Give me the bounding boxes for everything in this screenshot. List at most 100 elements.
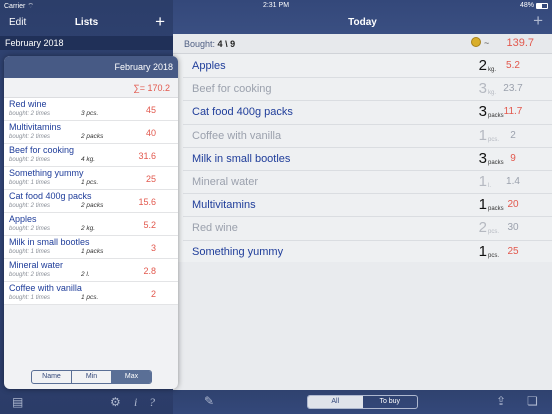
sort-min-button[interactable]: Min [72,371,112,383]
item-name: Something yummy [9,168,84,178]
item-name: Milk in small bootles [9,237,90,247]
sidebar-nav-bar: Edit Lists + [0,12,173,34]
item-name: Something yummy [192,245,284,258]
item-quantity: 4 kg. [81,156,96,163]
info-icon[interactable]: i [134,395,137,410]
item-quantity: 3 pcs. [81,110,99,117]
popover-row[interactable]: Red wine bought: 2 times 3 pcs. 45 [4,98,178,121]
item-quantity: 3 [478,80,487,98]
item-name: Mineral water [9,260,64,270]
filter-all-button[interactable]: All [308,396,363,408]
filter-segmented-control: All To buy [307,395,418,409]
item-price: 45 [145,105,156,115]
item-name: Cat food 400g packs [192,106,293,119]
bought-count: bought: 1 times [9,295,51,301]
item-price: 20 [507,199,519,211]
popover-row[interactable]: Mineral water bought: 2 times 2 l. 2.8 [4,259,178,282]
list-item[interactable]: Coffee with vanilla 1 pcs. 2 [183,125,552,148]
item-quantity: 2 l. [81,271,90,278]
list-icon[interactable]: ▤ [12,395,23,409]
item-price: 25 [145,174,156,184]
item-price: 5.2 [143,220,156,230]
list-empty-area [173,262,552,390]
add-item-button[interactable]: + [533,12,543,30]
item-price: 31.6 [138,151,156,161]
item-name: Red wine [9,99,47,109]
bought-count: bought: 2 times [9,226,51,232]
filter-to-buy-button[interactable]: To buy [363,396,418,408]
popover-row[interactable]: Beef for cooking bought: 2 times 4 kg. 31.6 [4,144,178,167]
item-quantity: 3 [478,103,487,121]
main-toolbar: ✎ All To buy ⇪ ❏ [173,390,552,414]
list-item[interactable]: Multivitamins 1 packs 20 [183,194,552,218]
item-price: 2 [510,129,516,141]
status-bar: Carrier ⌔ 2:31 PM 48% [0,0,552,12]
stats-popover: February 2018 ∑= 170.2 Red wine bought: 2… [4,56,178,389]
pencil-icon[interactable]: ✎ [204,394,214,408]
summary-bar: Bought: 4 \ 9 ~ 139.7 [173,34,552,54]
sort-max-button[interactable]: Max [112,371,151,383]
item-quantity: 3 [478,149,487,167]
item-unit: kg. [488,90,497,97]
item-quantity: 1 [478,196,487,214]
share-icon[interactable]: ⇪ [496,394,506,408]
item-name: Mineral water [192,175,259,188]
popover-row[interactable]: Coffee with vanilla bought: 1 times 1 pcs.… [4,282,178,305]
popover-row[interactable]: Something yummy bought: 1 times 1 pcs. 25 [4,167,178,190]
total-amount: 139.7 [506,37,534,49]
item-price: 23.7 [503,83,523,95]
bought-count: bought: 1 times [9,180,51,186]
item-quantity: 2 kg. [81,225,96,232]
item-name: Cat food 400g packs [9,191,92,201]
popover-row[interactable]: Multivitamins bought: 2 times 2 packs 40 [4,121,178,144]
battery: 48% [520,2,548,9]
item-quantity: 1 [478,126,487,144]
add-list-button[interactable]: + [155,13,165,31]
popover-month: February 2018 [4,56,178,78]
gear-icon[interactable]: ⚙ [110,395,121,409]
item-price: 5.2 [506,60,520,71]
list-item[interactable]: Apples 2 kg. 5.2 [183,55,552,79]
item-name: Coffee with vanilla [192,129,282,142]
sidebar-toolbar: ▤ ⚙ i ? [0,392,173,414]
popover-sum: ∑= 170.2 [4,78,178,98]
list-item[interactable]: Red wine 2 pcs. 30 [183,217,552,241]
item-quantity: 2 packs [81,202,104,209]
item-name: Beef for cooking [192,83,272,96]
item-name: Beef for cooking [9,145,75,155]
item-price: 15.6 [138,197,156,207]
list-item[interactable]: Mineral water 1 l. 1.4 [183,171,552,195]
popover-list: Red wine bought: 2 times 3 pcs. 45 Multivita… [4,98,178,305]
clock: 2:31 PM [262,2,290,9]
item-quantity: 1 packs [81,248,104,255]
item-quantity: 2 packs [81,133,104,140]
help-icon[interactable]: ? [149,395,155,410]
item-quantity: 1 [478,242,487,260]
list-item[interactable]: Beef for cooking 3 kg. 23.7 [183,78,552,102]
bought-counter: Bought: 4 \ 9 [184,39,236,49]
item-quantity: 2 [478,219,487,237]
list-item[interactable]: Cat food 400g packs 3 packs 11.7 [183,101,552,125]
approx-sign: ~ [484,38,490,48]
sort-name-button[interactable]: Name [32,371,72,383]
list-item[interactable]: Something yummy 1 pcs. 25 [183,241,552,264]
bought-count: bought: 2 times [9,111,51,117]
popover-row[interactable]: Milk in small bootles bought: 1 times 1 pa… [4,236,178,259]
item-unit: l. [488,182,491,189]
item-name: Red wine [192,222,238,235]
popover-row[interactable]: Cat food 400g packs bought: 2 times 2 pack… [4,190,178,213]
bought-count: bought: 1 times [9,249,51,255]
sidebar-month-header: February 2018 [0,36,173,50]
popover-row[interactable]: Apples bought: 2 times 2 kg. 5.2 [4,213,178,236]
bought-count: bought: 2 times [9,157,51,163]
sidebar-title: Lists [74,17,99,28]
book-icon[interactable]: ❏ [527,394,538,408]
item-price: 9 [510,152,516,164]
coins-icon [471,37,481,47]
item-price: 2 [150,289,156,299]
item-price: 11.7 [503,106,523,118]
shopping-list: Apples 2 kg. 5.2 Beef for cooking 3 kg. 23.7 Cat… [183,55,552,264]
item-quantity: 1 pcs. [81,294,99,301]
list-item[interactable]: Milk in small bootles 3 packs 9 [183,148,552,171]
item-name: Apples [9,214,37,224]
